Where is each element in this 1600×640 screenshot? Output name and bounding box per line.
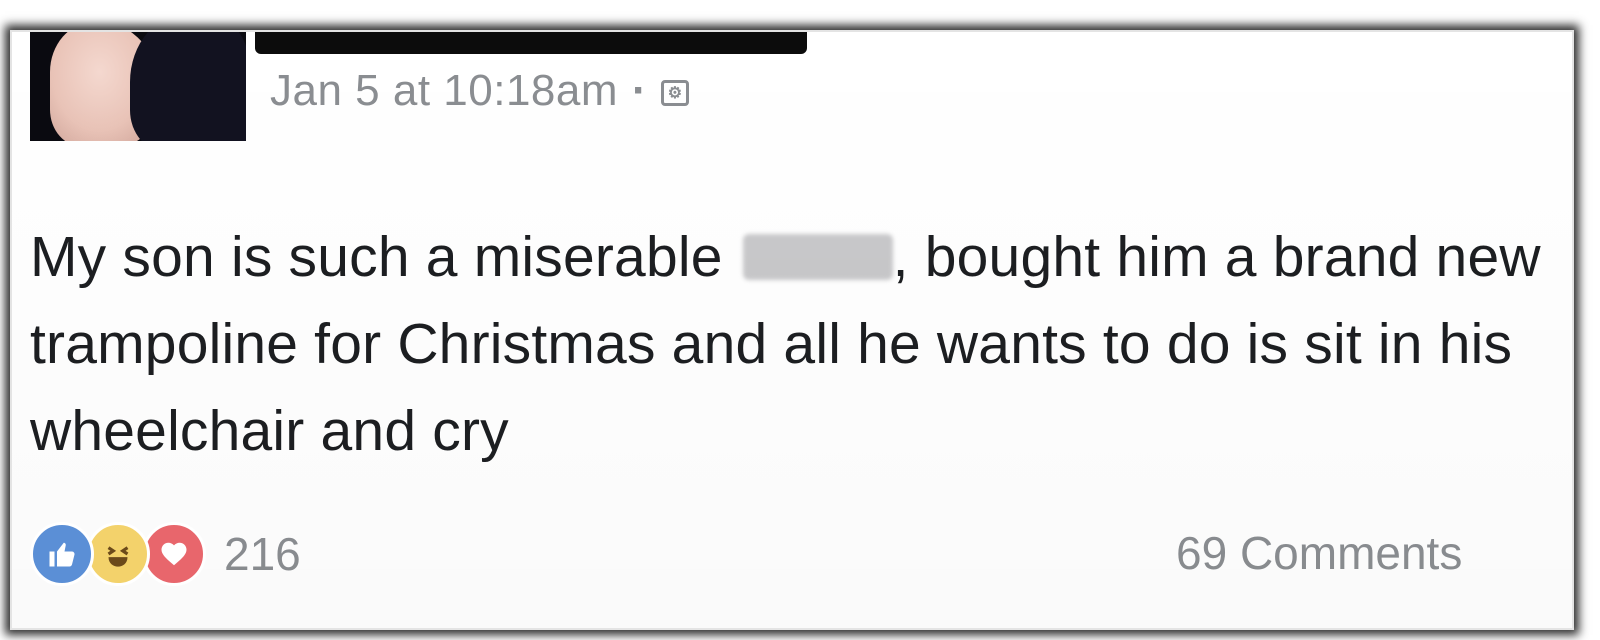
- reactions-bar[interactable]: 216: [30, 522, 301, 586]
- comments-count-link[interactable]: 69 Comments: [1176, 526, 1462, 580]
- like-icon: [30, 522, 94, 586]
- haha-icon: [86, 522, 150, 586]
- facebook-post-card: Jan 5 at 10:18am · ⚙ My son is such a mi…: [10, 30, 1574, 630]
- post-body: My son is such a miserable , bought him …: [30, 214, 1550, 475]
- avatar[interactable]: [30, 32, 246, 141]
- post-text-start: My son is such a miserable: [30, 225, 723, 289]
- custom-privacy-icon[interactable]: ⚙: [661, 80, 690, 106]
- censored-word: [742, 234, 893, 280]
- meta-separator: ·: [632, 66, 648, 115]
- redacted-author-name: [255, 32, 807, 54]
- avatar-hair: [130, 32, 246, 141]
- love-icon: [142, 522, 206, 586]
- post-timestamp[interactable]: Jan 5 at 10:18am: [270, 66, 618, 116]
- post-meta: Jan 5 at 10:18am · ⚙: [270, 66, 690, 116]
- reaction-count[interactable]: 216: [224, 527, 301, 581]
